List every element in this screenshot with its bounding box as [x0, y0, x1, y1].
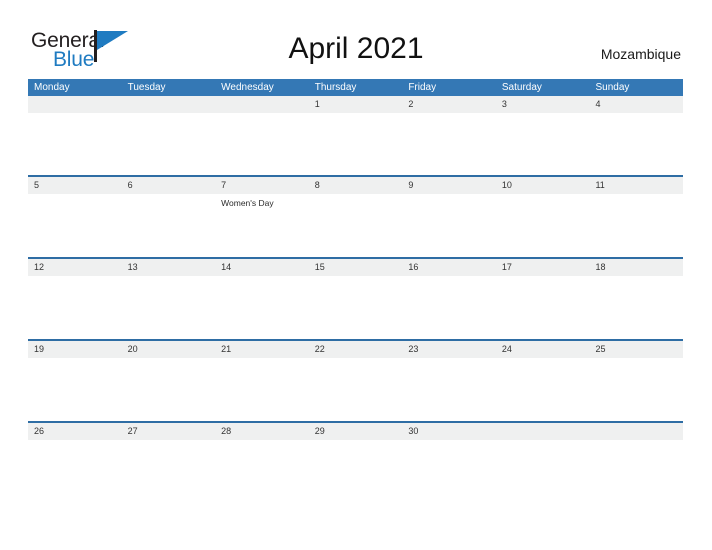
date-cell[interactable]: 24 — [496, 341, 590, 358]
event-cell-womens-day[interactable]: Women's Day — [215, 194, 309, 257]
week-row: 1 2 3 4 — [28, 96, 683, 175]
date-cell[interactable]: 19 — [28, 341, 122, 358]
date-cell[interactable]: 10 — [496, 177, 590, 194]
date-cell[interactable]: 8 — [309, 177, 403, 194]
date-cell[interactable]: 14 — [215, 259, 309, 276]
week-row: 19 20 21 22 23 24 25 — [28, 339, 683, 421]
event-cell[interactable] — [28, 276, 122, 339]
event-cell[interactable] — [402, 194, 496, 257]
event-cell[interactable] — [215, 113, 309, 175]
event-cell[interactable] — [309, 358, 403, 421]
event-cell[interactable] — [309, 440, 403, 458]
week-date-band: 12 13 14 15 16 17 18 — [28, 259, 683, 276]
event-cell[interactable] — [402, 276, 496, 339]
date-cell[interactable] — [122, 96, 216, 113]
date-cell[interactable]: 28 — [215, 423, 309, 440]
date-cell[interactable]: 29 — [309, 423, 403, 440]
date-cell[interactable]: 20 — [122, 341, 216, 358]
weekday-header-wednesday: Wednesday — [221, 82, 274, 93]
date-cell[interactable]: 1 — [309, 96, 403, 113]
event-cell[interactable] — [589, 440, 683, 458]
event-cell[interactable] — [215, 276, 309, 339]
event-cell[interactable] — [215, 440, 309, 458]
event-cell[interactable] — [309, 194, 403, 257]
event-cell[interactable] — [215, 358, 309, 421]
event-cell[interactable] — [496, 276, 590, 339]
weekday-header-tuesday: Tuesday — [127, 82, 166, 93]
weekday-header-thursday: Thursday — [314, 82, 357, 93]
week-event-band — [28, 113, 683, 175]
date-cell[interactable] — [28, 96, 122, 113]
date-cell[interactable]: 6 — [122, 177, 216, 194]
event-cell[interactable] — [122, 440, 216, 458]
event-cell[interactable] — [402, 113, 496, 175]
date-cell[interactable]: 21 — [215, 341, 309, 358]
week-event-band — [28, 358, 683, 421]
date-cell[interactable]: 25 — [589, 341, 683, 358]
week-event-band: Women's Day — [28, 194, 683, 257]
week-event-band — [28, 276, 683, 339]
weekday-header-row: Monday Tuesday Wednesday Thursday Friday… — [28, 79, 683, 96]
country-label: Mozambique — [600, 46, 681, 62]
date-cell[interactable]: 16 — [402, 259, 496, 276]
date-cell[interactable]: 7 — [215, 177, 309, 194]
page-header: General Blue April 2021 Mozambique — [0, 0, 712, 78]
event-cell[interactable] — [122, 358, 216, 421]
date-cell[interactable]: 11 — [589, 177, 683, 194]
date-cell[interactable] — [589, 423, 683, 440]
date-cell[interactable]: 15 — [309, 259, 403, 276]
week-row: 12 13 14 15 16 17 18 — [28, 257, 683, 339]
week-row: 5 6 7 8 9 10 11 Women's Day — [28, 175, 683, 257]
event-cell[interactable] — [309, 276, 403, 339]
event-cell[interactable] — [402, 358, 496, 421]
date-cell[interactable]: 4 — [589, 96, 683, 113]
date-cell[interactable]: 9 — [402, 177, 496, 194]
event-cell[interactable] — [28, 358, 122, 421]
date-cell[interactable]: 18 — [589, 259, 683, 276]
week-date-band: 26 27 28 29 30 — [28, 423, 683, 440]
date-cell[interactable] — [496, 423, 590, 440]
date-cell[interactable]: 5 — [28, 177, 122, 194]
week-date-band: 1 2 3 4 — [28, 96, 683, 113]
event-cell[interactable] — [496, 113, 590, 175]
event-cell[interactable] — [28, 194, 122, 257]
date-cell[interactable]: 23 — [402, 341, 496, 358]
weekday-header-sunday: Sunday — [595, 82, 630, 93]
week-date-band: 5 6 7 8 9 10 11 — [28, 177, 683, 194]
week-event-band — [28, 440, 683, 458]
event-cell[interactable] — [309, 113, 403, 175]
event-cell[interactable] — [122, 194, 216, 257]
date-cell[interactable]: 26 — [28, 423, 122, 440]
date-cell[interactable]: 13 — [122, 259, 216, 276]
date-cell[interactable]: 17 — [496, 259, 590, 276]
date-cell[interactable]: 3 — [496, 96, 590, 113]
event-cell[interactable] — [589, 194, 683, 257]
week-date-band: 19 20 21 22 23 24 25 — [28, 341, 683, 358]
date-cell[interactable]: 27 — [122, 423, 216, 440]
event-cell[interactable] — [589, 358, 683, 421]
date-cell[interactable]: 2 — [402, 96, 496, 113]
date-cell[interactable]: 22 — [309, 341, 403, 358]
event-cell[interactable] — [589, 276, 683, 339]
week-row: 26 27 28 29 30 — [28, 421, 683, 458]
event-cell[interactable] — [122, 113, 216, 175]
event-cell[interactable] — [589, 113, 683, 175]
weekday-header-saturday: Saturday — [501, 82, 542, 93]
date-cell[interactable]: 30 — [402, 423, 496, 440]
date-cell[interactable] — [215, 96, 309, 113]
event-cell[interactable] — [496, 358, 590, 421]
date-cell[interactable]: 12 — [28, 259, 122, 276]
event-cell[interactable] — [122, 276, 216, 339]
calendar-grid: Monday Tuesday Wednesday Thursday Friday… — [28, 79, 683, 458]
event-cell[interactable] — [28, 113, 122, 175]
weekday-header-monday: Monday — [34, 82, 70, 93]
weekday-header-friday: Friday — [408, 82, 437, 93]
event-cell[interactable] — [28, 440, 122, 458]
event-cell[interactable] — [496, 440, 590, 458]
event-cell[interactable] — [496, 194, 590, 257]
event-cell[interactable] — [402, 440, 496, 458]
